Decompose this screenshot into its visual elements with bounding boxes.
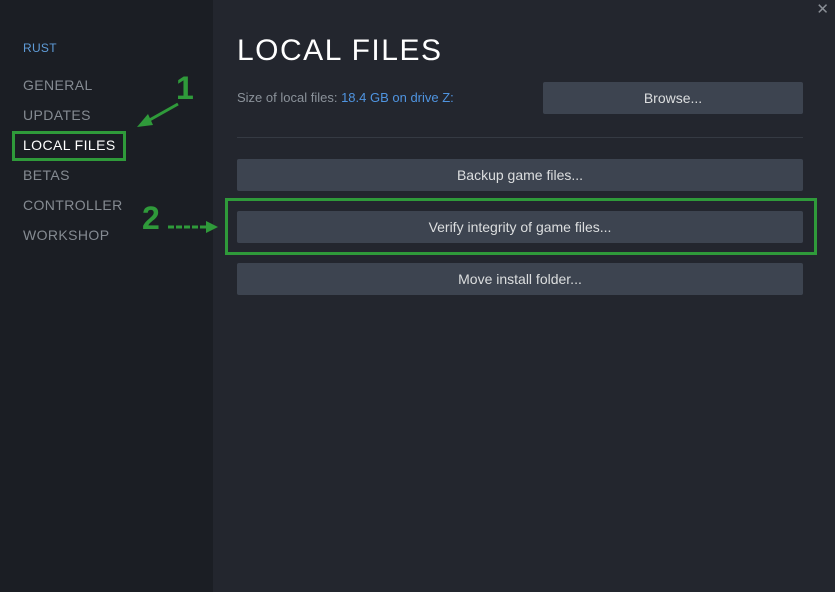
close-icon[interactable]: ✕	[816, 1, 829, 19]
game-title: RUST	[23, 41, 57, 55]
annotation-number-2: 2	[142, 200, 160, 236]
size-label: Size of local files:	[237, 90, 338, 105]
browse-button[interactable]: Browse...	[543, 82, 803, 114]
local-files-size: Size of local files: 18.4 GB on drive Z:	[237, 90, 454, 105]
page-title: LOCAL FILES	[237, 34, 443, 67]
sidebar-item-workshop[interactable]: WORKSHOP	[23, 227, 109, 243]
size-value-link[interactable]: 18.4 GB on drive Z:	[341, 90, 454, 105]
sidebar-item-updates[interactable]: UPDATES	[23, 107, 91, 123]
sidebar-item-general[interactable]: GENERAL	[23, 77, 93, 93]
sidebar-item-betas[interactable]: BETAS	[23, 167, 70, 183]
annotation-number-1: 1	[176, 70, 194, 106]
sidebar-item-controller[interactable]: CONTROLLER	[23, 197, 123, 213]
divider	[237, 137, 803, 138]
backup-game-files-button[interactable]: Backup game files...	[237, 159, 803, 191]
annotation-box-verify	[225, 198, 817, 255]
annotation-box-local-files	[12, 131, 126, 161]
move-install-folder-button[interactable]: Move install folder...	[237, 263, 803, 295]
